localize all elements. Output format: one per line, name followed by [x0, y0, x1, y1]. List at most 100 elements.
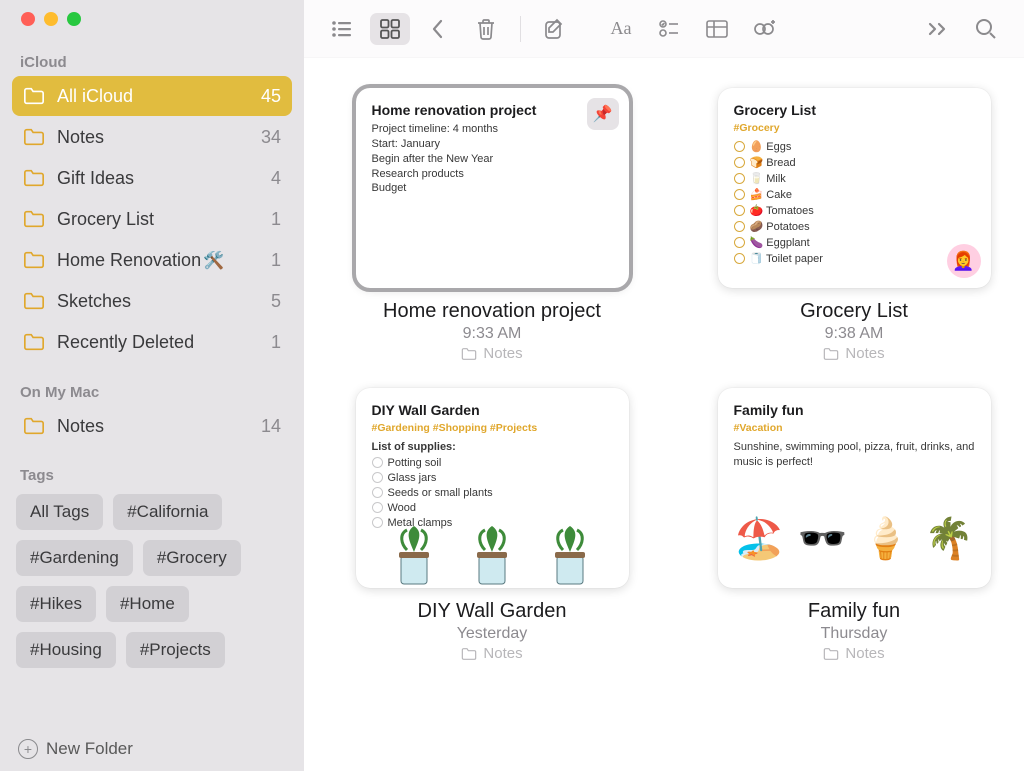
tag-chip[interactable]: #Home — [106, 586, 189, 622]
window-close[interactable] — [21, 12, 35, 26]
note-card-hashtags: #Grocery — [734, 122, 975, 134]
link-button[interactable] — [745, 13, 785, 45]
check-circle-icon — [372, 457, 383, 468]
folder-icon — [23, 331, 45, 353]
notes-grid: Home renovation project Project timeline:… — [304, 58, 1024, 771]
check-circle-icon — [734, 141, 745, 152]
supply-item: Wood — [372, 502, 613, 514]
folder-count: 1 — [271, 332, 281, 353]
checklist-item: 🍞 Bread — [734, 156, 975, 169]
tag-chip[interactable]: #Housing — [16, 632, 116, 668]
note-body: Sunshine, swimming pool, pizza, fruit, d… — [734, 440, 975, 470]
note-diy-wall-garden[interactable]: DIY Wall Garden #Gardening #Shopping #Pro… — [332, 388, 652, 662]
window-zoom[interactable] — [67, 12, 81, 26]
delete-button[interactable] — [466, 13, 506, 45]
note-supplies: Potting soilGlass jarsSeeds or small pla… — [372, 457, 613, 529]
folder-item[interactable]: Notes 14 — [12, 406, 292, 446]
search-button[interactable] — [966, 13, 1006, 45]
checklist-icon — [659, 20, 679, 38]
note-time: 9:33 AM — [463, 325, 522, 343]
note-card[interactable]: Home renovation projectProject timeline:… — [356, 88, 629, 288]
note-title: Home renovation project — [383, 300, 601, 323]
note-family-fun[interactable]: Family fun#VacationSunshine, swimming po… — [694, 388, 1014, 662]
note-time: Yesterday — [457, 625, 528, 643]
folder-count: 5 — [271, 291, 281, 312]
note-card[interactable]: DIY Wall Garden#Gardening #Shopping #Pro… — [356, 388, 629, 588]
folder-label: Notes — [57, 416, 261, 437]
chevrons-right-icon — [927, 22, 949, 36]
table-button[interactable] — [697, 13, 737, 45]
supply-item: Seeds or small plants — [372, 487, 613, 499]
folder-icon — [23, 208, 45, 230]
family-illustration: 🏖️🕶️🍦🌴 — [728, 496, 981, 580]
plus-circle-icon: + — [18, 739, 38, 759]
more-button[interactable] — [918, 13, 958, 45]
folder-label: Grocery List — [57, 209, 271, 230]
note-card-hashtags: #Gardening #Shopping #Projects — [372, 422, 613, 434]
check-circle-icon — [734, 189, 745, 200]
folder-item[interactable]: Home Renovation🛠️ 1 — [12, 240, 292, 280]
note-folder: Notes — [461, 645, 522, 662]
tag-chip[interactable]: #Grocery — [143, 540, 241, 576]
supply-item: Potting soil — [372, 457, 613, 469]
view-list-button[interactable] — [322, 13, 362, 45]
window-controls — [0, 12, 304, 50]
tag-chip[interactable]: #Gardening — [16, 540, 133, 576]
check-circle-icon — [734, 205, 745, 216]
note-title: Family fun — [808, 600, 900, 623]
back-button[interactable] — [418, 13, 458, 45]
note-card-title: Family fun — [734, 402, 975, 418]
garden-illustration — [356, 520, 629, 588]
pin-icon[interactable]: 📌 — [587, 98, 619, 130]
note-folder: Notes — [461, 345, 522, 362]
tag-chip[interactable]: #California — [113, 494, 222, 530]
new-folder-button[interactable]: + New Folder — [0, 729, 304, 771]
folder-item[interactable]: Recently Deleted 1 — [12, 322, 292, 362]
note-title: DIY Wall Garden — [418, 600, 567, 623]
note-card[interactable]: Family fun#VacationSunshine, swimming po… — [718, 388, 991, 588]
note-checklist: 🥚 Eggs🍞 Bread🥛 Milk🍰 Cake🍅 Tomatoes🥔 Pot… — [734, 140, 975, 265]
tag-chip[interactable]: #Projects — [126, 632, 225, 668]
tags-list: All Tags #California #Gardening #Grocery #Hi… — [0, 494, 304, 668]
checklist-item: 🥚 Eggs — [734, 140, 975, 153]
check-circle-icon — [734, 237, 745, 248]
folder-icon — [23, 85, 45, 107]
tags-header: Tags — [0, 463, 304, 488]
note-body: Project timeline: 4 months Start: Januar… — [372, 122, 613, 196]
folder-item[interactable]: Sketches 5 — [12, 281, 292, 321]
note-folder: Notes — [823, 645, 884, 662]
window-minimize[interactable] — [44, 12, 58, 26]
folder-icon — [23, 249, 45, 271]
check-circle-icon — [734, 173, 745, 184]
note-time: 9:38 AM — [825, 325, 884, 343]
compose-button[interactable] — [535, 13, 575, 45]
folder-item[interactable]: Grocery List 1 — [12, 199, 292, 239]
folder-label: Home Renovation🛠️ — [57, 250, 271, 271]
tag-chip[interactable]: #Hikes — [16, 586, 96, 622]
folder-label: Sketches — [57, 291, 271, 312]
folder-count: 4 — [271, 168, 281, 189]
view-grid-button[interactable] — [370, 13, 410, 45]
folder-label: Notes — [57, 127, 261, 148]
collaborator-avatar: 👩‍🦰 — [947, 244, 981, 278]
note-home-renovation[interactable]: Home renovation project Project timeline:… — [332, 88, 652, 362]
note-folder: Notes — [823, 345, 884, 362]
folder-item[interactable]: Gift Ideas 4 — [12, 158, 292, 198]
check-circle-icon — [734, 157, 745, 168]
note-grocery-list[interactable]: Grocery List#Grocery🥚 Eggs🍞 Bread🥛 Milk🍰… — [694, 88, 1014, 362]
folder-item[interactable]: All iCloud 45 — [12, 76, 292, 116]
tag-chip[interactable]: All Tags — [16, 494, 103, 530]
link-icon — [753, 19, 777, 39]
section-header: iCloud — [0, 50, 304, 75]
note-title: Grocery List — [800, 300, 908, 323]
main-pane: Aa Home renovation project — [304, 0, 1024, 771]
format-button[interactable]: Aa — [601, 13, 641, 45]
chevron-left-icon — [431, 18, 445, 40]
toolbar: Aa — [304, 0, 1024, 58]
check-circle-icon — [734, 253, 745, 264]
folder-item[interactable]: Notes 34 — [12, 117, 292, 157]
check-circle-icon — [372, 502, 383, 513]
note-card[interactable]: Grocery List#Grocery🥚 Eggs🍞 Bread🥛 Milk🍰… — [718, 88, 991, 288]
checklist-button[interactable] — [649, 13, 689, 45]
sidebar: iCloud All iCloud 45 Notes 34 Gift Ideas… — [0, 0, 304, 771]
